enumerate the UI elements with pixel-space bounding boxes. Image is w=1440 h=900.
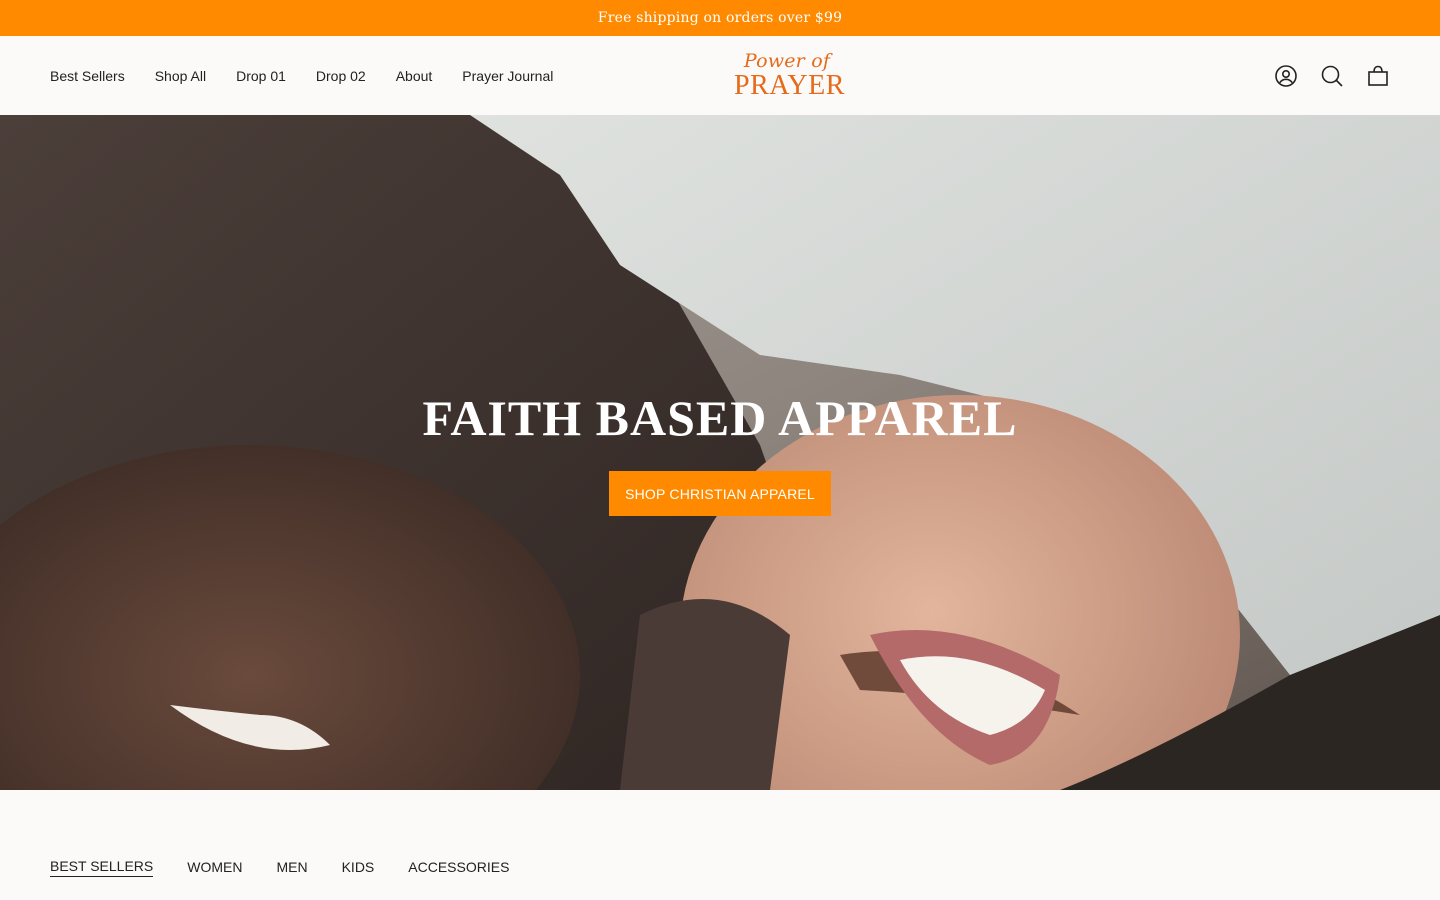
- cart-icon[interactable]: [1366, 64, 1390, 88]
- nav-item-drop-01[interactable]: Drop 01: [236, 68, 286, 84]
- site-header: Best Sellers Shop All Drop 01 Drop 02 Ab…: [0, 36, 1440, 115]
- announcement-text: Free shipping on orders over $99: [597, 10, 843, 26]
- main-nav: Best Sellers Shop All Drop 01 Drop 02 Ab…: [50, 36, 583, 115]
- nav-item-shop-all[interactable]: Shop All: [155, 68, 206, 84]
- hero-banner: FAITH BASED APPAREL SHOP CHRISTIAN APPAR…: [0, 115, 1440, 790]
- nav-item-prayer-journal[interactable]: Prayer Journal: [462, 68, 553, 84]
- tab-accessories[interactable]: ACCESSORIES: [408, 859, 509, 877]
- collection-tabs: BEST SELLERS WOMEN MEN KIDS ACCESSORIES: [50, 858, 543, 877]
- search-icon[interactable]: [1320, 64, 1344, 88]
- logo-line-1: Power of: [743, 50, 831, 72]
- nav-item-about[interactable]: About: [396, 68, 433, 84]
- account-icon[interactable]: [1274, 64, 1298, 88]
- site-logo[interactable]: Power of PRAYER: [734, 50, 845, 102]
- hero-image: [0, 115, 1440, 790]
- announcement-bar: Free shipping on orders over $99: [0, 0, 1440, 36]
- shop-christian-apparel-button[interactable]: SHOP CHRISTIAN APPAREL: [609, 471, 831, 516]
- tab-best-sellers[interactable]: BEST SELLERS: [50, 858, 154, 877]
- tab-men[interactable]: MEN: [276, 859, 307, 877]
- tab-women[interactable]: WOMEN: [187, 859, 242, 877]
- header-icons: [1274, 36, 1390, 115]
- nav-item-drop-02[interactable]: Drop 02: [316, 68, 366, 84]
- logo-line-2: PRAYER: [734, 70, 845, 101]
- tab-kids[interactable]: KIDS: [342, 859, 375, 877]
- hero-title: FAITH BASED APPAREL: [422, 390, 1018, 446]
- nav-item-best-sellers[interactable]: Best Sellers: [50, 68, 125, 84]
